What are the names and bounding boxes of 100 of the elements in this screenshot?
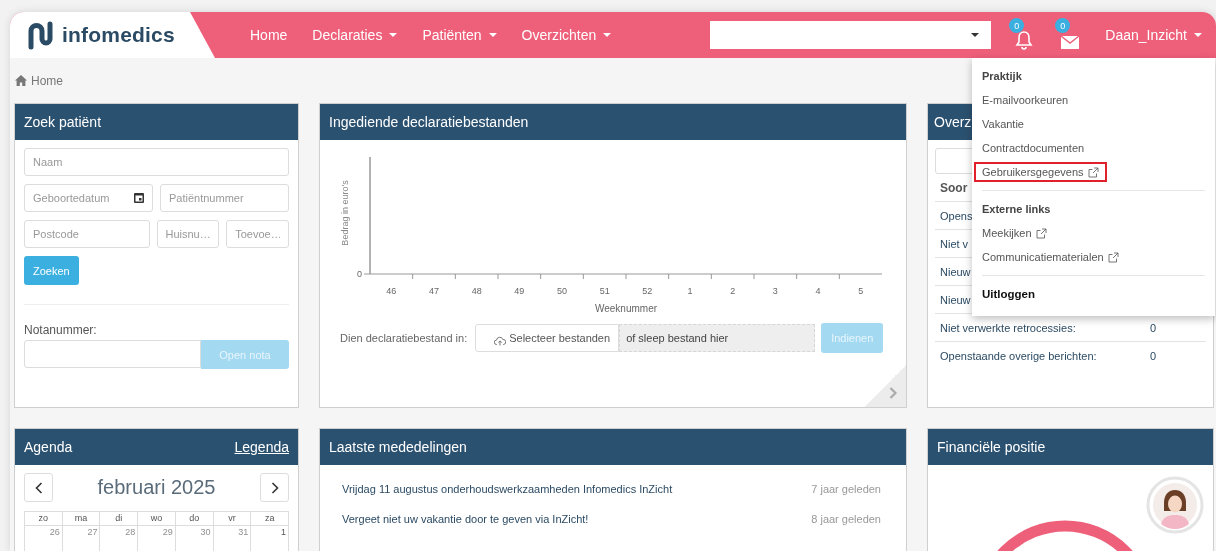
chevron-right-icon	[889, 387, 897, 399]
row-label: Niet verwerkte retrocessies:	[940, 321, 1076, 334]
calendar-day[interactable]: 26	[25, 526, 63, 551]
input-field[interactable]: Patiëntnummer	[160, 184, 289, 212]
menu-link[interactable]: E-mailvoorkeuren	[974, 90, 1077, 110]
count-badge: 0	[1055, 18, 1071, 33]
nav-menu-link[interactable]: Patiënten	[422, 27, 497, 43]
news-time: 7 jaar geleden	[811, 483, 881, 495]
menu-link[interactable]: Communicatiematerialen	[974, 247, 1127, 267]
menu-heading: Praktijk	[981, 69, 1023, 84]
chevron-right-icon	[270, 481, 279, 494]
external-link-icon	[1107, 251, 1119, 263]
row-label: Niet v	[940, 237, 969, 250]
weekday-header: di	[100, 512, 139, 526]
cloud-upload-icon	[494, 335, 507, 346]
input-field[interactable]: Naam	[24, 148, 289, 176]
nav-menu-link[interactable]: Overzichten	[521, 27, 612, 43]
search-button[interactable]: Zoeken	[24, 256, 79, 285]
calendar-day[interactable]: 1	[251, 526, 289, 551]
tick-label: 47	[429, 286, 439, 296]
menu-link[interactable]: Contractdocumenten	[974, 138, 1093, 158]
caret-icon	[1194, 33, 1202, 37]
panel-title: Laatste mededelingen	[329, 439, 467, 455]
tick-label: 4	[815, 286, 821, 296]
panel-title: Zoek patiënt	[24, 114, 102, 130]
next-month-button[interactable]	[260, 473, 289, 502]
count-badge: 0	[1009, 18, 1025, 33]
calendar-day[interactable]: 30	[175, 526, 214, 551]
caret-icon	[971, 33, 980, 37]
row-value: 0	[1150, 349, 1157, 362]
tick-label: 52	[642, 286, 653, 296]
external-link-icon	[1035, 227, 1047, 239]
chevron-left-icon	[34, 481, 43, 494]
input-field[interactable]: Postcode	[24, 220, 150, 248]
month-title: februari 2025	[97, 476, 216, 499]
avatar-icon	[1146, 476, 1204, 534]
tick-label: 1	[687, 286, 693, 296]
row-value: 0	[1150, 321, 1157, 334]
notifications-button[interactable]: 0	[1011, 20, 1038, 50]
home-icon	[15, 75, 27, 86]
select-files-button[interactable]: Selecteer bestanden	[475, 324, 620, 352]
news-link[interactable]: Vrijdag 11 augustus onderhoudswerkzaamheden Infomedics InZicht	[342, 483, 673, 495]
logo-text: infomedics	[62, 23, 175, 47]
weekday-header: do	[175, 512, 214, 526]
tick-label: 2	[730, 286, 736, 296]
date-field[interactable]: Geboortedatum	[24, 184, 153, 212]
axis-title: Bedrag in euro's	[340, 180, 350, 246]
breadcrumb-item: Home	[31, 73, 63, 88]
tick-label: 46	[386, 286, 397, 296]
logo-icon	[26, 20, 56, 50]
calendar-icon	[134, 193, 144, 203]
menu-heading: Externe links	[981, 202, 1052, 217]
calendar-day[interactable]: 28	[100, 526, 139, 551]
logout-link[interactable]: Uitloggen	[972, 282, 1215, 306]
menu-link[interactable]: Meekijken	[974, 223, 1055, 243]
messages-button[interactable]: 0	[1057, 20, 1084, 50]
search-select[interactable]	[710, 21, 992, 49]
envelope-icon	[1060, 35, 1081, 50]
weekday-header: ma	[62, 512, 101, 526]
drop-zone[interactable]: of sleep bestand hier	[619, 324, 816, 352]
external-link-icon	[1087, 166, 1099, 178]
panel-title: Ingediende declaratiebestanden	[329, 114, 529, 130]
row-label: Openstaande overige berichten:	[940, 349, 1097, 362]
input-field[interactable]: Toevoe…	[226, 220, 289, 248]
weekday-header: wo	[138, 512, 176, 526]
previous-month-button[interactable]	[24, 473, 53, 502]
calendar-day[interactable]: 31	[213, 526, 252, 551]
nav-link[interactable]: Home	[250, 27, 288, 43]
panel-title: Financiële positie	[937, 439, 1046, 455]
news-time: 8 jaar geleden	[811, 513, 881, 525]
bell-icon	[1015, 30, 1034, 50]
field-label: Dien declaratiebestand in:	[340, 332, 468, 344]
axis-title: Weeknummer	[594, 303, 658, 314]
weekday-header: zo	[25, 512, 63, 526]
row-label: Nieuw	[940, 265, 971, 278]
tick-label: 50	[557, 286, 567, 296]
tick-label: 0	[357, 269, 362, 279]
weekday-header: za	[251, 512, 289, 526]
calendar-day[interactable]: 29	[138, 526, 176, 551]
tick-label: 51	[599, 286, 610, 296]
tick-label: 49	[514, 286, 525, 296]
input-field[interactable]: Huisnu…	[156, 220, 220, 248]
nav-menu-link[interactable]: Declaraties	[312, 27, 398, 43]
tick-label: 3	[772, 286, 778, 296]
column-header: Soor	[940, 180, 968, 195]
legend-link[interactable]: Legenda	[234, 439, 289, 455]
row-label: Opens	[940, 209, 973, 222]
tick-label: 48	[471, 286, 482, 296]
panel-title: Overz	[934, 114, 972, 130]
weekday-header: vr	[213, 512, 252, 526]
news-link[interactable]: Vergeet niet uw vakantie door te geven via InZicht!	[342, 513, 589, 525]
input-field[interactable]	[24, 340, 201, 368]
calendar-day[interactable]: 27	[62, 526, 101, 551]
field-label: Notanummer:	[24, 323, 98, 337]
tick-label: 5	[858, 286, 864, 296]
panel-title: Agenda	[24, 439, 73, 455]
user-menu-button[interactable]: Daan_Inzicht	[1105, 27, 1202, 43]
menu-link[interactable]: Gebruikersgegevens	[974, 162, 1107, 182]
menu-link[interactable]: Vakantie	[974, 114, 1032, 134]
row-label: Nieuw	[940, 293, 971, 306]
